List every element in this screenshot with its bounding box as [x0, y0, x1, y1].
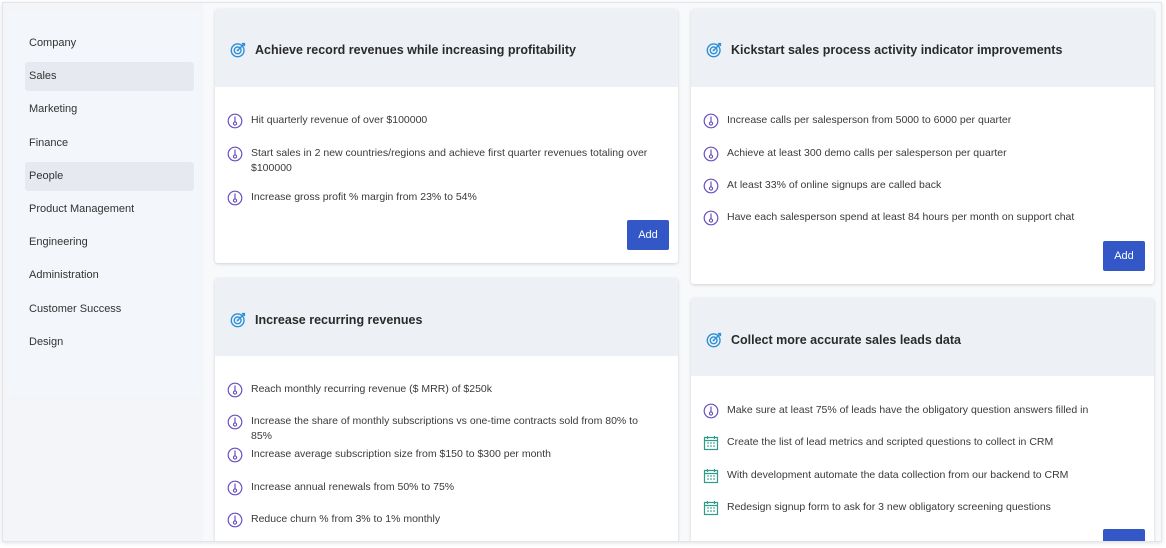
gauge-icon — [227, 146, 243, 162]
key-result-text: Make sure at least 75% of leads have the… — [727, 404, 1089, 416]
key-result-text: Increase gross profit % margin from 23% … — [251, 191, 477, 203]
objective-title: Collect more accurate sales leads data — [731, 333, 961, 347]
objective-header: Collect more accurate sales leads data — [691, 298, 1154, 376]
gauge-icon — [703, 113, 719, 129]
key-result-text: Increase average subscription size from … — [251, 448, 552, 460]
target-icon — [230, 312, 246, 328]
gauge-icon — [227, 480, 243, 496]
sidebar-item-engineering[interactable]: Engineering — [25, 228, 194, 257]
sidebar-item-design[interactable]: Design — [25, 328, 194, 357]
key-result-text: Increase the share of monthly subscripti… — [251, 415, 638, 442]
sidebar-item-product-management[interactable]: Product Management — [25, 195, 194, 224]
key-result-text: Increase calls per salesperson from 5000… — [727, 114, 1012, 126]
objective-header: Kickstart sales process activity indicat… — [691, 9, 1154, 87]
objective-header: Achieve record revenues while increasing… — [215, 9, 678, 87]
gauge-icon — [703, 403, 719, 419]
key-result-text: Hit quarterly revenue of over $100000 — [251, 114, 428, 126]
key-result-text: Achieve at least 300 demo calls per sale… — [727, 147, 1007, 159]
sidebar-item-company[interactable]: Company — [25, 29, 194, 58]
objective-title: Increase recurring revenues — [255, 313, 423, 327]
app-window: Company Sales Marketing Finance People P… — [2, 2, 1162, 542]
key-result-text: Have each salesperson spend at least 84 … — [727, 211, 1075, 223]
key-result-text: With development automate the data colle… — [727, 469, 1069, 481]
gauge-icon — [703, 146, 719, 162]
add-key-result-button[interactable] — [1103, 529, 1145, 541]
sidebar-item-administration[interactable]: Administration — [25, 261, 194, 290]
sidebar-item-finance[interactable]: Finance — [25, 129, 194, 158]
sidebar-item-people[interactable]: People — [25, 162, 194, 191]
objective-card: Increase recurring revenues Reach monthl… — [215, 278, 678, 541]
gauge-icon — [703, 210, 719, 226]
objective-card: Achieve record revenues while increasing… — [215, 9, 678, 263]
objective-card: Kickstart sales process activity indicat… — [691, 9, 1154, 284]
key-result-text: Increase annual renewals from 50% to 75% — [251, 481, 455, 493]
calendar-icon — [703, 501, 719, 516]
gauge-icon — [227, 447, 243, 463]
key-result-text: Create the list of lead metrics and scri… — [727, 436, 1054, 448]
target-icon — [706, 42, 722, 58]
gauge-icon — [227, 382, 243, 398]
sidebar-item-marketing[interactable]: Marketing — [25, 95, 194, 124]
calendar-icon — [703, 469, 719, 484]
target-icon — [230, 42, 246, 58]
sidebar-item-sales[interactable]: Sales — [25, 62, 194, 91]
gauge-icon — [703, 178, 719, 194]
sidebar: Company Sales Marketing Finance People P… — [9, 11, 200, 396]
key-result-text: Redesign signup form to ask for 3 new ob… — [727, 501, 1051, 513]
key-result-text: Start sales in 2 new countries/regions a… — [251, 147, 648, 174]
objective-title: Achieve record revenues while increasing… — [255, 43, 576, 57]
add-key-result-button[interactable]: Add — [1103, 241, 1145, 271]
gauge-icon — [227, 113, 243, 129]
target-icon — [706, 332, 722, 348]
gauge-icon — [227, 414, 243, 430]
key-result-text: Reduce churn % from 3% to 1% monthly — [251, 513, 441, 525]
key-result-text: At least 33% of online signups are calle… — [727, 179, 942, 191]
gauge-icon — [227, 190, 243, 206]
objective-header: Increase recurring revenues — [215, 278, 678, 356]
sidebar-item-customer-success[interactable]: Customer Success — [25, 295, 194, 324]
key-result-text: Reach monthly recurring revenue ($ MRR) … — [251, 383, 493, 395]
calendar-icon — [703, 436, 719, 451]
add-key-result-button[interactable]: Add — [627, 220, 669, 250]
objective-card: Collect more accurate sales leads data M… — [691, 298, 1154, 541]
objective-title: Kickstart sales process activity indicat… — [731, 43, 1063, 57]
gauge-icon — [227, 512, 243, 528]
